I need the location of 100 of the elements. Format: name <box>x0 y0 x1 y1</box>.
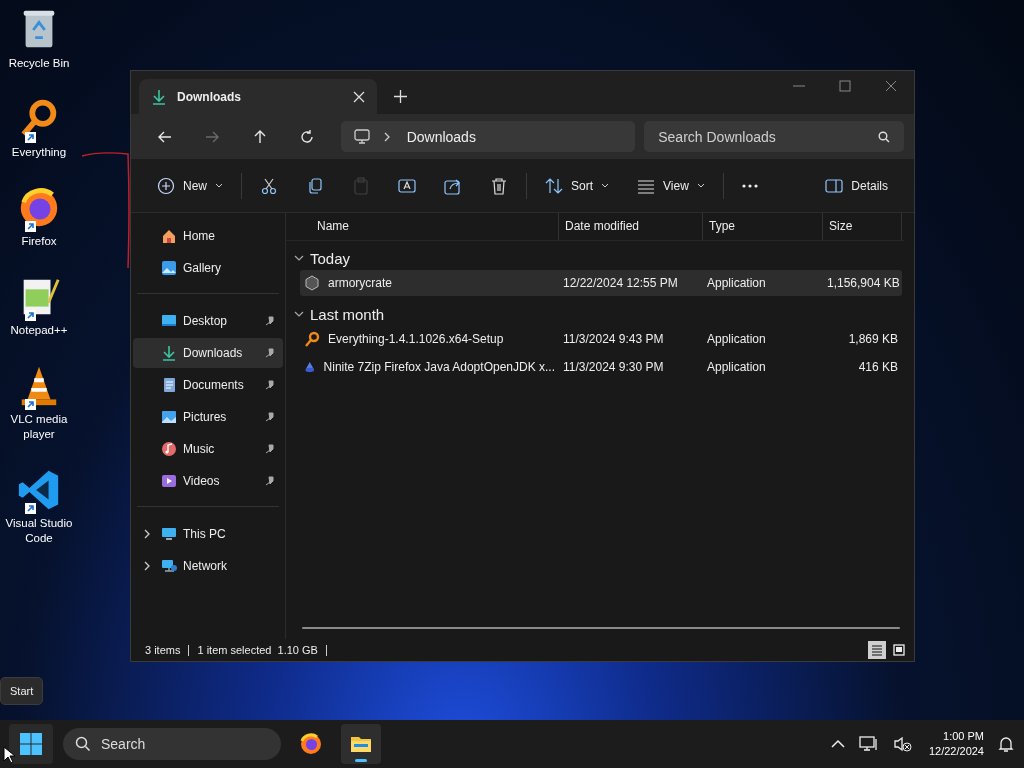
chevron-right-icon <box>382 131 391 142</box>
table-cell-text: 1,869 KB <box>847 332 899 346</box>
desktop-icon-label[interactable]: VLC media player <box>4 412 74 442</box>
desktop-icon-label[interactable]: Everything <box>4 145 74 160</box>
group-header[interactable]: Last month <box>310 305 385 323</box>
desktop-icon-label[interactable]: Visual Studio Code <box>4 516 74 546</box>
sidebar-item[interactable]: Pictures <box>133 402 283 432</box>
sidebar-item[interactable]: Videos <box>133 466 283 496</box>
status-text: 3 items <box>145 644 181 656</box>
column-header[interactable]: Date modified <box>559 213 703 240</box>
taskbar-search-field[interactable]: Search <box>63 728 281 760</box>
window-tab[interactable]: Downloads <box>139 79 377 114</box>
sidebar-item[interactable]: Desktop <box>133 306 283 336</box>
tab-title: Downloads <box>177 89 242 104</box>
breadcrumb[interactable]: Downloads <box>406 128 476 145</box>
desktop-icon-label[interactable]: Firefox <box>4 234 74 249</box>
table-cell-text: Application <box>706 276 767 290</box>
scissors-icon <box>260 176 278 195</box>
address-bar[interactable]: Downloads <box>340 121 636 152</box>
search-field[interactable]: Search Downloads <box>644 121 904 152</box>
table-cell-text: Application <box>706 332 767 346</box>
more-icon <box>741 183 758 188</box>
list-lines-icon <box>871 644 883 656</box>
caret-icon <box>601 183 610 188</box>
caret-icon <box>696 183 705 188</box>
table-cell-text: 12/22/2024 12:55 PM <box>562 276 679 290</box>
windows-logo-icon <box>19 732 43 756</box>
taskbar-app-button[interactable] <box>341 724 381 764</box>
chevron-right-icon[interactable] <box>143 529 151 539</box>
sidebar-item[interactable]: Downloads <box>133 338 283 368</box>
mouse-pointer-icon <box>3 746 15 764</box>
start-tooltip: Start <box>0 677 44 705</box>
group-header[interactable]: Today <box>310 249 351 267</box>
picture-icon <box>161 260 177 276</box>
details-pane-icon <box>825 176 844 195</box>
refresh-icon[interactable] <box>298 128 315 145</box>
add-icon[interactable] <box>394 90 407 103</box>
chevron-right-icon[interactable] <box>143 561 151 571</box>
sidebar-item[interactable]: Gallery <box>133 253 283 283</box>
table-cell-text: 11/3/2024 9:43 PM <box>562 332 665 346</box>
muted-speaker-icon[interactable] <box>892 735 913 753</box>
view-button[interactable]: View <box>623 169 719 202</box>
magnifier-icon <box>304 331 320 347</box>
house-icon <box>161 228 177 244</box>
new-button[interactable]: New <box>143 169 237 202</box>
monitor-icon <box>352 128 371 145</box>
table-cell-text: 1,156,904 KB <box>826 276 901 290</box>
download-icon <box>161 345 177 361</box>
clock-button[interactable]: 1:00 PM 12/22/2024 <box>928 729 984 759</box>
clipboard-icon <box>352 176 370 195</box>
file-row[interactable]: Ninite 7Zip Firefox Java AdoptOpenJDK x... 11/3/2024 9:30 PM Application 416 KB <box>300 354 902 380</box>
column-header[interactable]: Size <box>823 213 902 240</box>
document-icon <box>161 377 177 393</box>
rename-icon <box>398 176 416 195</box>
start-button[interactable] <box>9 724 53 764</box>
sidebar-item[interactable]: Documents <box>133 370 283 400</box>
column-header[interactable]: Type <box>703 213 823 240</box>
search-icon <box>878 131 890 143</box>
chevron-down-icon[interactable] <box>294 310 304 318</box>
horizontal-scrollbar[interactable] <box>302 627 900 629</box>
trash-icon <box>490 176 508 195</box>
file-row[interactable]: Everything-1.4.1.1026.x64-Setup 11/3/2024 9:43 PM Application 1,869 KB <box>300 326 902 352</box>
desktop-icon-label[interactable]: Recycle Bin <box>4 56 74 71</box>
column-header[interactable]: Name <box>286 213 559 240</box>
sidebar-item[interactable]: Network <box>133 551 283 581</box>
copy-icon <box>306 176 324 195</box>
desktop-folder-icon <box>161 313 177 329</box>
sidebar-item[interactable]: This PC <box>133 519 283 549</box>
caret-icon <box>215 183 223 188</box>
file-row[interactable]: armorycrate 12/22/2024 12:55 PM Application 1,156,904 KB <box>300 270 902 296</box>
tiles-icon <box>893 644 905 656</box>
sidebar-item[interactable]: Home <box>133 221 283 251</box>
maximize-icon[interactable] <box>839 80 851 92</box>
file-name: Ninite 7Zip Firefox Java AdoptOpenJDK x... <box>323 360 555 374</box>
search-icon <box>75 736 91 752</box>
network-icon <box>161 558 177 574</box>
close-icon[interactable] <box>885 80 897 92</box>
chevron-down-icon[interactable] <box>294 254 304 262</box>
sidebar-item[interactable]: Music <box>133 434 283 464</box>
monitor-icon <box>161 526 177 542</box>
desktop-icon-label[interactable]: Notepad++ <box>4 323 74 338</box>
sort-button[interactable]: Sort <box>531 169 624 202</box>
sort-icon <box>545 176 563 195</box>
tiles-view-button[interactable] <box>890 641 908 659</box>
details-button[interactable]: Details <box>811 169 902 202</box>
download-icon <box>151 88 167 105</box>
status-text: 1 item selected 1.10 GB <box>197 644 318 656</box>
file-name: armorycrate <box>328 276 392 290</box>
network-icon[interactable] <box>858 735 879 753</box>
table-cell-text: Application <box>706 360 767 374</box>
music-icon <box>161 441 177 457</box>
firefox-icon <box>299 732 323 756</box>
bell-icon[interactable] <box>998 735 1014 753</box>
table-cell-text: 11/3/2024 9:30 PM <box>562 360 665 374</box>
chevron-up-icon[interactable] <box>830 739 845 749</box>
hexagon-icon <box>304 275 320 291</box>
file-name: Everything-1.4.1.1026.x64-Setup <box>328 332 504 346</box>
video-icon <box>161 473 177 489</box>
ninite-icon <box>304 359 316 375</box>
picture-icon <box>161 409 177 425</box>
